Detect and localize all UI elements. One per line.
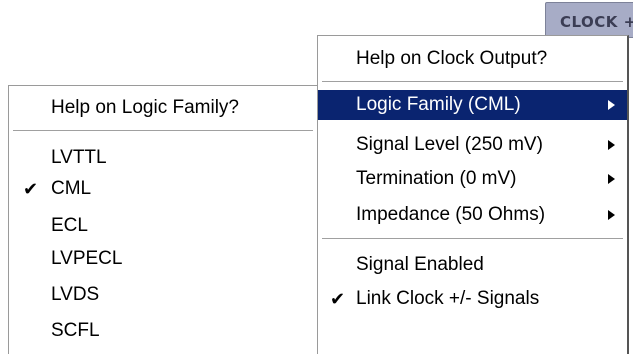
logic-option-scfl[interactable]: SCFL (9, 316, 317, 346)
arrow-right-icon (608, 174, 615, 184)
help-logic-family-label: Help on Logic Family? (51, 97, 239, 118)
clock-output-menu: Help on Clock Output? Logic Family (CML)… (317, 35, 629, 354)
logic-option-label: LVTTL (51, 147, 107, 168)
signal-enabled-label: Signal Enabled (356, 254, 484, 275)
impedance-label: Impedance (50 Ohms) (356, 204, 546, 225)
logic-family-label: Logic Family (CML) (356, 94, 521, 115)
checkmark-icon: ✔ (23, 179, 39, 199)
menu-separator (322, 238, 623, 240)
arrow-right-icon (608, 210, 615, 220)
termination-item[interactable]: Termination (0 mV) (318, 164, 627, 194)
arrow-right-icon (608, 100, 615, 110)
logic-option-ecl[interactable]: ECL (9, 211, 317, 241)
link-clock-signals-label: Link Clock +/- Signals (356, 288, 540, 309)
arrow-right-icon (608, 140, 615, 150)
logic-option-lvttl[interactable]: LVTTL (9, 143, 317, 173)
logic-option-lvpecl[interactable]: LVPECL (9, 244, 317, 274)
logic-option-label: ECL (51, 215, 88, 236)
clock-plus-button-label: CLOCK + (560, 13, 633, 31)
help-logic-family-item[interactable]: Help on Logic Family? (9, 93, 317, 123)
logic-family-item[interactable]: Logic Family (CML) (318, 90, 627, 120)
menu-separator (13, 130, 313, 132)
logic-option-label: LVPECL (51, 248, 123, 269)
logic-option-label: LVDS (51, 284, 100, 305)
logic-option-cml[interactable]: ✔ CML (9, 174, 317, 204)
menu-separator (322, 81, 623, 83)
help-clock-output-label: Help on Clock Output? (356, 48, 548, 69)
signal-level-item[interactable]: Signal Level (250 mV) (318, 130, 627, 160)
link-clock-signals-item[interactable]: ✔ Link Clock +/- Signals (318, 284, 627, 314)
checkmark-icon: ✔ (330, 289, 346, 309)
clock-plus-button[interactable]: CLOCK + (545, 2, 633, 38)
logic-family-submenu: Help on Logic Family? LVTTL ✔ CML ECL LV… (8, 85, 318, 354)
logic-option-label: CML (51, 178, 92, 199)
impedance-item[interactable]: Impedance (50 Ohms) (318, 200, 627, 230)
help-clock-output-item[interactable]: Help on Clock Output? (318, 44, 627, 74)
termination-label: Termination (0 mV) (356, 168, 517, 189)
logic-option-label: SCFL (51, 320, 100, 341)
signal-level-label: Signal Level (250 mV) (356, 134, 543, 155)
signal-enabled-item[interactable]: Signal Enabled (318, 250, 627, 280)
logic-option-lvds[interactable]: LVDS (9, 280, 317, 310)
